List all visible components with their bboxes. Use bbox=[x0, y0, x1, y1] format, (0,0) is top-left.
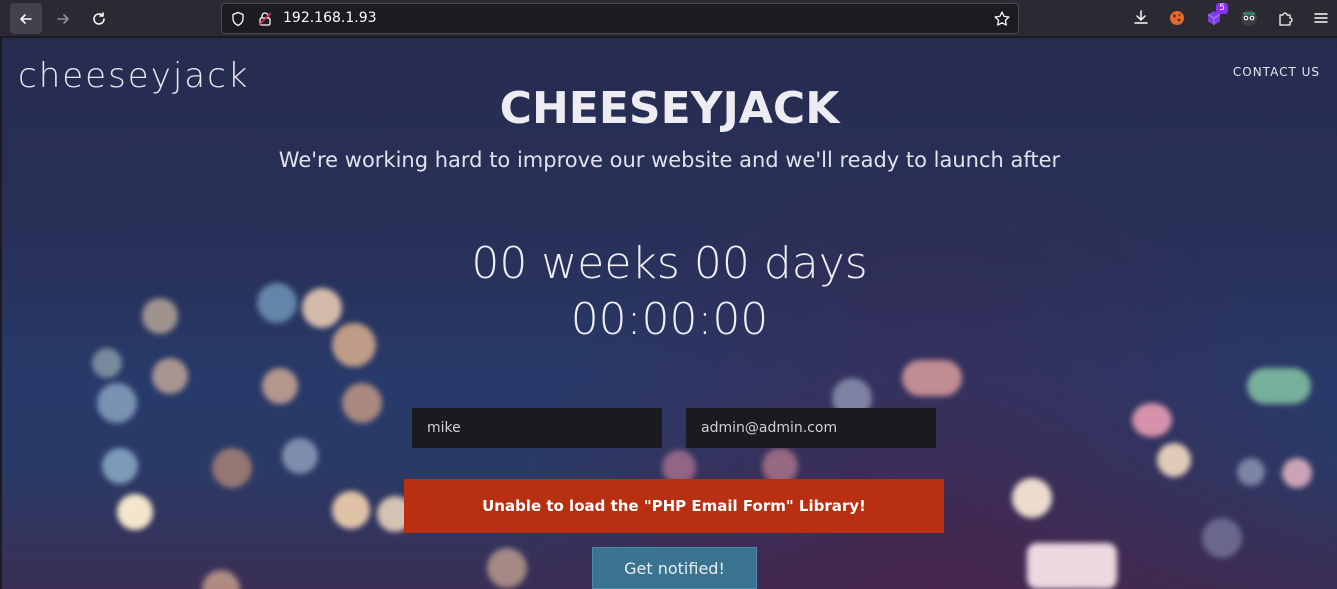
arrow-left-icon bbox=[20, 13, 32, 24]
name-input[interactable] bbox=[412, 408, 662, 448]
countdown-weeks-days: 00 weeks 00 days bbox=[471, 238, 868, 289]
downloads-button[interactable] bbox=[1131, 8, 1151, 28]
url-text[interactable]: 192.168.1.93 bbox=[283, 10, 377, 26]
back-button[interactable] bbox=[10, 3, 42, 34]
contact-us-link[interactable]: CONTACT US bbox=[1233, 65, 1320, 79]
extensions-menu-button[interactable] bbox=[1276, 8, 1296, 28]
error-message: Unable to load the "PHP Email Form" Libr… bbox=[404, 479, 944, 533]
email-input[interactable] bbox=[686, 408, 936, 448]
bookmark-star-icon[interactable] bbox=[993, 10, 1011, 28]
extension-cookie-button[interactable] bbox=[1167, 8, 1187, 28]
forward-button[interactable] bbox=[47, 3, 79, 34]
extension-spy-button[interactable] bbox=[1239, 8, 1259, 28]
get-notified-button[interactable]: Get notified! bbox=[592, 547, 757, 589]
extension-badge-button[interactable]: 5 bbox=[1204, 3, 1228, 28]
countdown-timer: 00 weeks 00 days 00:00:00 bbox=[2, 236, 1337, 348]
hamburger-menu-icon bbox=[1314, 13, 1328, 23]
arrow-right-icon bbox=[57, 13, 69, 24]
browser-toolbar: 192.168.1.93 5 bbox=[0, 0, 1337, 37]
puzzle-piece-icon bbox=[1279, 12, 1293, 26]
extension-badge-count: 5 bbox=[1216, 3, 1228, 14]
hero-subtitle: We're working hard to improve our websit… bbox=[278, 148, 1061, 172]
spy-glasses-extension-icon bbox=[1241, 10, 1257, 26]
web-page: cheeseyjack CONTACT US CHEESEYJACK We're… bbox=[2, 38, 1337, 589]
hero-title: CHEESEYJACK bbox=[499, 83, 840, 134]
shield-icon[interactable] bbox=[230, 11, 246, 27]
insecure-lock-icon[interactable] bbox=[257, 11, 273, 27]
reload-icon bbox=[93, 11, 105, 25]
url-bar[interactable]: 192.168.1.93 bbox=[221, 3, 1019, 34]
app-menu-button[interactable] bbox=[1311, 8, 1331, 28]
countdown-time: 00:00:00 bbox=[570, 294, 769, 345]
reload-button[interactable] bbox=[83, 3, 115, 34]
cookie-extension-icon bbox=[1170, 11, 1184, 25]
download-icon bbox=[1134, 10, 1148, 24]
